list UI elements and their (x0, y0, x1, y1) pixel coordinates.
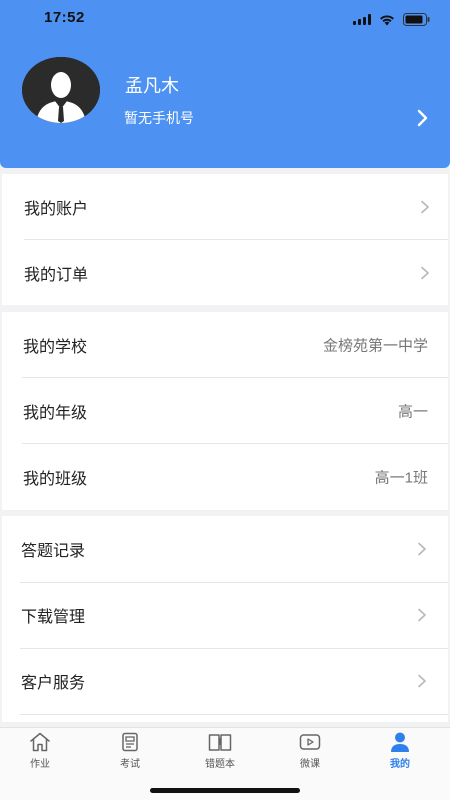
chevron-right-icon (417, 674, 427, 688)
exam-icon (122, 732, 138, 752)
row-label: 客户服务 (21, 674, 86, 692)
profile-header[interactable]: 17:52 孟凡木 暂无手机号 (0, 0, 450, 168)
tab-label: 微课 (300, 759, 320, 770)
tab-mine[interactable]: 我的 (365, 731, 435, 773)
row-label: 我的学校 (23, 338, 88, 356)
status-time: 17:52 (44, 9, 85, 26)
tab-label: 考试 (120, 759, 140, 770)
row-my-class[interactable]: 我的班级 高一1班 (2, 444, 448, 509)
video-icon (299, 734, 321, 750)
row-label: 我的年级 (23, 404, 88, 422)
row-my-orders[interactable]: 我的订单 (2, 240, 448, 305)
row-answer-records[interactable]: 答题记录 (2, 516, 448, 581)
signal-icon (353, 14, 371, 25)
row-label: 我的订单 (24, 266, 89, 284)
status-bar: 17:52 (0, 0, 450, 38)
chevron-right-icon[interactable] (416, 109, 428, 127)
wifi-icon (379, 14, 395, 26)
row-label: 下载管理 (21, 608, 86, 626)
tab-mistake-notebook[interactable]: 错题本 (185, 731, 255, 773)
row-my-school[interactable]: 我的学校 金榜苑第一中学 (2, 312, 448, 377)
row-value: 金榜苑第一中学 (322, 337, 428, 354)
home-icon (30, 732, 50, 752)
chevron-right-icon (417, 542, 427, 556)
tab-homework[interactable]: 作业 (5, 731, 75, 773)
tab-label: 我的 (390, 759, 410, 770)
home-indicator[interactable] (150, 788, 300, 793)
tab-micro-course[interactable]: 微课 (275, 731, 345, 773)
school-section: 我的学校 金榜苑第一中学 我的年级 高一 我的班级 高一1班 (2, 312, 448, 510)
avatar[interactable] (22, 57, 100, 123)
profile-icon (391, 732, 409, 752)
divider (20, 714, 448, 715)
row-customer-service[interactable]: 客户服务 (2, 648, 448, 713)
row-download-manager[interactable]: 下载管理 (2, 582, 448, 647)
chevron-right-icon (420, 266, 430, 280)
battery-icon (403, 13, 430, 26)
row-label: 我的班级 (23, 470, 88, 488)
notebook-icon (208, 734, 232, 751)
service-section: 答题记录 下载管理 客户服务 (2, 516, 448, 722)
tab-label: 错题本 (205, 759, 235, 770)
chevron-right-icon (420, 200, 430, 214)
account-section: 我的账户 我的订单 (2, 174, 448, 305)
user-phone: 暂无手机号 (124, 110, 194, 126)
row-label: 我的账户 (24, 200, 89, 218)
user-name: 孟凡木 (125, 76, 179, 96)
row-value: 高一 (397, 403, 428, 420)
tab-exam[interactable]: 考试 (95, 731, 165, 773)
row-my-grade[interactable]: 我的年级 高一 (2, 378, 448, 443)
row-my-account[interactable]: 我的账户 (2, 174, 448, 239)
status-icons (353, 13, 430, 26)
tab-label: 作业 (30, 759, 50, 770)
row-value: 高一1班 (374, 469, 428, 486)
row-label: 答题记录 (21, 542, 86, 560)
chevron-right-icon (417, 608, 427, 622)
